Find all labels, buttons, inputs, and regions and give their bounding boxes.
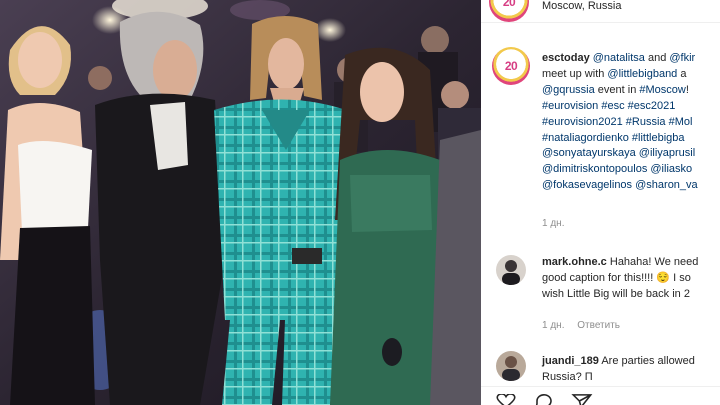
post-sidebar: 20 Moscow, Russia 20 esctoday @natalitsa… — [481, 0, 720, 405]
comment-text: Hahaha! We need — [609, 256, 699, 268]
hashtag-link[interactable]: #Russia — [626, 116, 666, 128]
comment-icon[interactable] — [533, 394, 555, 405]
comment-line: wish Little Big will be back in 2 — [542, 286, 720, 302]
mention-link[interactable]: @sharon_va — [635, 179, 698, 191]
comment-username[interactable]: mark.ohne.c — [542, 256, 607, 268]
heart-icon[interactable] — [495, 394, 517, 405]
comment-avatar[interactable] — [496, 351, 526, 381]
comment-avatar[interactable] — [496, 255, 526, 285]
comment-item: juandi_189 Are parties allowed Russia? П — [542, 353, 720, 385]
caption-line: esctoday @natalitsa and @fkir — [542, 51, 720, 67]
action-bar — [481, 386, 720, 405]
comment-item: mark.ohne.c Hahaha! We need good caption … — [542, 254, 720, 302]
comment-username[interactable]: juandi_189 — [542, 355, 599, 367]
comment-meta: 1 дн. Ответить — [542, 320, 620, 331]
mention-link[interactable]: @dimitriskontopoulos — [542, 163, 647, 175]
mention-link[interactable]: @littlebigband — [607, 68, 677, 80]
mention-link[interactable]: @gqrussia — [542, 84, 595, 96]
comment-text: Are parties allowed — [601, 355, 695, 367]
caption-text: a — [677, 67, 687, 80]
mention-link[interactable]: @fkir — [669, 52, 695, 64]
caption-username[interactable]: esctoday — [542, 52, 590, 64]
caption-text: and — [644, 52, 670, 64]
post-caption: esctoday @natalitsa and @fkir meet up wit… — [542, 51, 720, 194]
hashtag-link[interactable]: #eurovision — [542, 100, 598, 112]
comment-line: juandi_189 Are parties allowed — [542, 353, 720, 369]
header-avatar[interactable]: 20 — [489, 0, 529, 22]
caption-time[interactable]: 1 дн. — [542, 218, 564, 229]
reply-button[interactable]: Ответить — [577, 320, 620, 331]
hashtag-link[interactable]: #littlebigba — [632, 132, 685, 144]
share-icon[interactable] — [571, 394, 593, 405]
post-photo[interactable] — [0, 0, 481, 405]
hashtag-link[interactable]: #Mol — [669, 116, 693, 128]
post-header: 20 Moscow, Russia — [481, 0, 720, 23]
caption-line: #nataliagordienko #littlebigba — [542, 131, 720, 147]
mention-link[interactable]: @fokasevagelinos — [542, 179, 632, 191]
mention-link[interactable]: @iliyaprusil — [639, 147, 695, 159]
mention-link[interactable]: @sonyatayurskaya — [542, 147, 636, 159]
caption-text: ! — [685, 83, 689, 96]
caption-avatar[interactable]: 20 — [492, 47, 530, 85]
mention-link[interactable]: @natalitsa — [593, 52, 645, 64]
caption-line: #eurovision2021 #Russia #Mol — [542, 115, 720, 131]
comment-text: good caption for this!!!! 😌 I so — [542, 272, 691, 284]
user-photo-icon — [502, 356, 520, 381]
caption-line: meet up with @littlebigband a — [542, 67, 720, 83]
comment-line: mark.ohne.c Hahaha! We need — [542, 254, 720, 270]
mention-link[interactable]: @iliasko — [650, 163, 692, 175]
post-location[interactable]: Moscow, Russia — [542, 0, 621, 12]
user-photo-icon — [502, 260, 520, 285]
hashtag-link[interactable]: #esc2021 — [628, 100, 676, 112]
caption-timestamp: 1 дн. — [542, 218, 564, 229]
post-image — [0, 0, 481, 405]
caption-line: @fokasevagelinos @sharon_va — [542, 178, 720, 194]
comment-text: wish Little Big will be back in 2 — [542, 288, 690, 300]
caption-line: #eurovision #esc #esc2021 — [542, 99, 720, 115]
comment-time[interactable]: 1 дн. — [542, 320, 564, 331]
hashtag-link[interactable]: #esc — [601, 100, 624, 112]
comment-line: good caption for this!!!! 😌 I so — [542, 270, 720, 286]
hashtag-link[interactable]: #Moscow — [639, 84, 685, 96]
caption-line: @gqrussia event in #Moscow! — [542, 83, 720, 99]
comment-line: Russia? П — [542, 369, 720, 385]
caption-line: @sonyatayurskaya @iliyaprusil — [542, 146, 720, 162]
caption-text: event in — [594, 83, 640, 96]
caption-text: meet up with — [542, 67, 608, 80]
hashtag-link[interactable]: #nataliagordienko — [542, 132, 629, 144]
caption-line: @dimitriskontopoulos @iliasko — [542, 162, 720, 178]
hashtag-link[interactable]: #eurovision2021 — [542, 116, 623, 128]
comment-text: Russia? П — [542, 371, 593, 383]
